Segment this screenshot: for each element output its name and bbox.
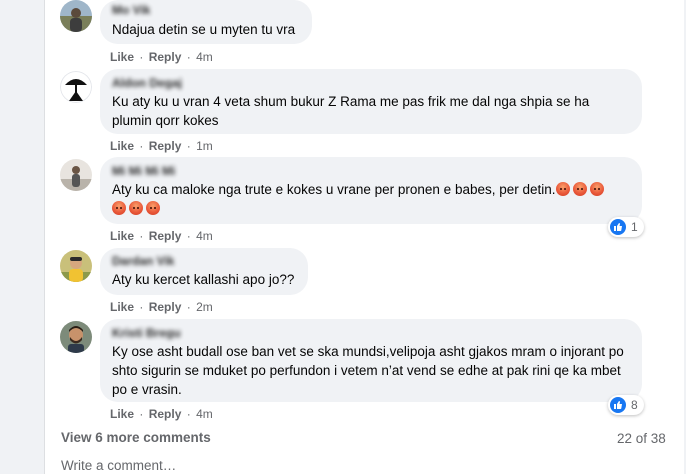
comment-author[interactable]: Mo Vik [112, 4, 300, 16]
comment-timestamp[interactable]: 4m [196, 50, 213, 64]
comment-author[interactable]: Dardan Vik [112, 255, 296, 267]
reaction-summary[interactable]: 8 [608, 395, 644, 415]
comment-author[interactable]: Kristi Bregu [112, 327, 630, 339]
like-button[interactable]: Like [110, 50, 134, 64]
angry-emoji-icon [129, 201, 143, 215]
separator: · [186, 139, 191, 153]
reaction-count: 1 [631, 220, 638, 234]
view-more-comments-link[interactable]: View 6 more comments [61, 430, 211, 445]
comment-text: Aty ku ca maloke nga trute e kokes u vra… [112, 180, 630, 218]
like-button[interactable]: Like [110, 407, 134, 421]
reply-button[interactable]: Reply [149, 407, 182, 421]
comment-bubble: Dardan Vik Aty ku kercet kallashi apo jo… [100, 248, 308, 295]
comment-actions: Like · Reply · 4m [110, 407, 213, 421]
comment-author[interactable]: Mi Mi Mi Mi [112, 165, 630, 177]
separator: · [186, 300, 191, 314]
like-button[interactable]: Like [110, 300, 134, 314]
comment-timestamp[interactable]: 1m [196, 139, 213, 153]
comment-timestamp[interactable]: 4m [196, 229, 213, 243]
angry-emoji-icon [572, 182, 587, 196]
angry-emoji-icon [555, 182, 570, 196]
comment-actions: Like · Reply · 2m [110, 300, 213, 314]
comment-count: 22 of 38 [617, 431, 666, 446]
reply-button[interactable]: Reply [149, 300, 182, 314]
angry-emoji-icon [112, 201, 126, 215]
reaction-summary[interactable]: 1 [608, 217, 644, 237]
avatar[interactable] [60, 0, 92, 32]
comment-timestamp[interactable]: 2m [196, 300, 213, 314]
avatar[interactable] [60, 71, 92, 103]
comment-bubble: Mo Vik Ndajua detin se u myten tu vra [100, 0, 312, 44]
like-button[interactable]: Like [110, 139, 134, 153]
avatar[interactable] [60, 159, 92, 191]
reply-button[interactable]: Reply [149, 229, 182, 243]
comment-actions: Like · Reply · 4m [110, 50, 213, 64]
angry-emoji-icon [589, 182, 604, 196]
comment-bubble: Kristi Bregu Ky ose asht budall ose ban … [100, 319, 642, 402]
separator: · [139, 407, 144, 421]
comment-text: Ku aty ku u vran 4 veta shum bukur Z Ram… [112, 94, 590, 128]
write-comment-input[interactable]: Write a comment… [61, 458, 176, 473]
comment-author[interactable]: Aldon Degaj [112, 77, 630, 89]
angry-emoji-icon [146, 201, 160, 215]
separator: · [139, 139, 144, 153]
page-background-left [0, 0, 44, 474]
comment-text: Ky ose asht budall ose ban vet se ska mu… [112, 344, 624, 397]
separator: · [139, 50, 144, 64]
like-reaction-icon [610, 219, 626, 235]
separator: · [186, 407, 191, 421]
comment-bubble: Aldon Degaj Ku aty ku u vran 4 veta shum… [100, 69, 642, 134]
comment-bubble: Mi Mi Mi Mi Aty ku ca maloke nga trute e… [100, 157, 642, 224]
separator: · [186, 50, 191, 64]
separator: · [139, 229, 144, 243]
reaction-count: 8 [631, 398, 638, 412]
reply-button[interactable]: Reply [149, 139, 182, 153]
comment-timestamp[interactable]: 4m [196, 407, 213, 421]
comment-actions: Like · Reply · 1m [110, 139, 213, 153]
avatar[interactable] [60, 250, 92, 282]
like-reaction-icon [610, 397, 626, 413]
comment-text: Aty ku kercet kallashi apo jo?? [112, 272, 295, 287]
comment-text: Ndajua detin se u myten tu vra [112, 22, 296, 37]
comment-text-body: Aty ku ca maloke nga trute e kokes u vra… [112, 182, 556, 197]
separator: · [186, 229, 191, 243]
avatar[interactable] [60, 321, 92, 353]
reply-button[interactable]: Reply [149, 50, 182, 64]
comment-actions: Like · Reply · 4m [110, 229, 213, 243]
separator: · [139, 300, 144, 314]
like-button[interactable]: Like [110, 229, 134, 243]
